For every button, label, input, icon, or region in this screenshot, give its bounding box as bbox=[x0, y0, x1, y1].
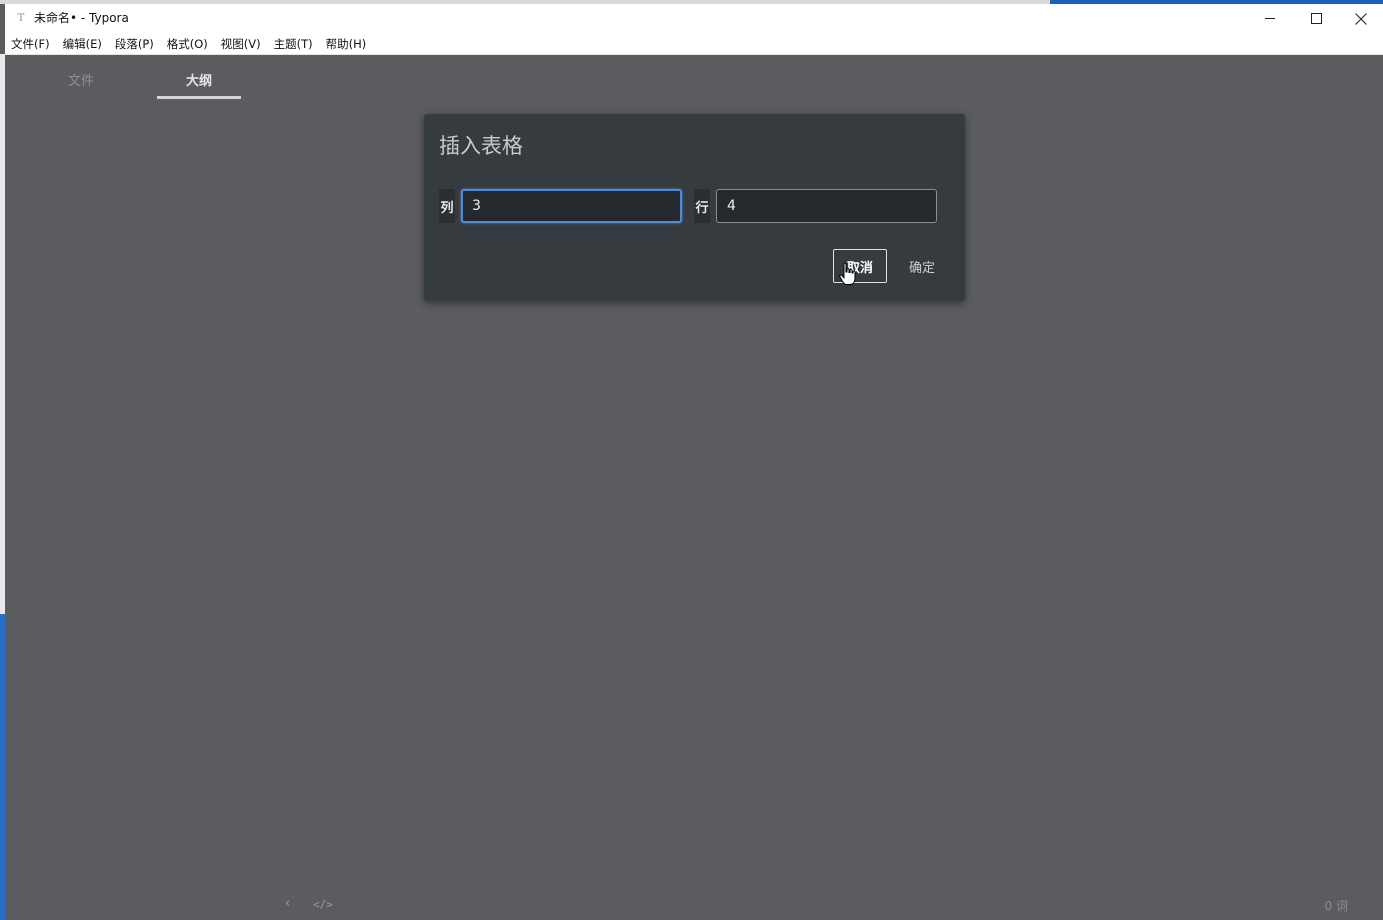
word-count[interactable]: 0 词 bbox=[1325, 897, 1348, 914]
source-code-icon[interactable]: </> bbox=[313, 898, 333, 911]
active-tab-indicator bbox=[157, 96, 241, 99]
window-title: 未命名• - Typora bbox=[34, 11, 129, 25]
maximize-icon bbox=[1310, 13, 1322, 24]
background-window-edge bbox=[0, 54, 5, 920]
tab-outline-label: 大纲 bbox=[185, 74, 212, 89]
menu-paragraph[interactable]: 段落(P) bbox=[115, 36, 154, 52]
minimize-icon bbox=[1264, 18, 1275, 19]
menu-format[interactable]: 格式(O) bbox=[167, 36, 208, 52]
typora-app-icon: T bbox=[17, 13, 25, 24]
columns-input[interactable] bbox=[461, 189, 682, 223]
menu-file[interactable]: 文件(F) bbox=[11, 36, 50, 52]
minimize-button[interactable] bbox=[1247, 4, 1293, 33]
rows-input[interactable] bbox=[716, 189, 937, 223]
ok-button[interactable]: 确定 bbox=[900, 249, 944, 283]
insert-table-dialog: 插入表格 列 行 取消 确定 bbox=[424, 114, 965, 301]
close-button[interactable] bbox=[1338, 4, 1383, 33]
menu-bar: 文件(F) 编辑(E) 段落(P) 格式(O) 视图(V) 主题(T) 帮助(H… bbox=[5, 33, 1383, 55]
menu-help[interactable]: 帮助(H) bbox=[326, 36, 367, 52]
tab-files[interactable]: 文件 bbox=[39, 70, 123, 99]
title-bar: T 未命名• - Typora bbox=[5, 4, 1383, 33]
tab-outline[interactable]: 大纲 bbox=[157, 70, 241, 99]
chevron-left-icon[interactable]: ‹ bbox=[285, 896, 290, 911]
close-icon bbox=[1355, 12, 1367, 25]
menu-theme[interactable]: 主题(T) bbox=[274, 36, 313, 52]
menu-edit[interactable]: 编辑(E) bbox=[63, 36, 102, 52]
menu-view[interactable]: 视图(V) bbox=[221, 36, 261, 52]
rows-label: 行 bbox=[694, 189, 710, 223]
maximize-button[interactable] bbox=[1293, 4, 1339, 33]
columns-label: 列 bbox=[439, 189, 455, 223]
hand-pointer-icon bbox=[839, 262, 856, 285]
background-window-edge-accent bbox=[0, 614, 5, 920]
dialog-title: 插入表格 bbox=[439, 134, 523, 158]
